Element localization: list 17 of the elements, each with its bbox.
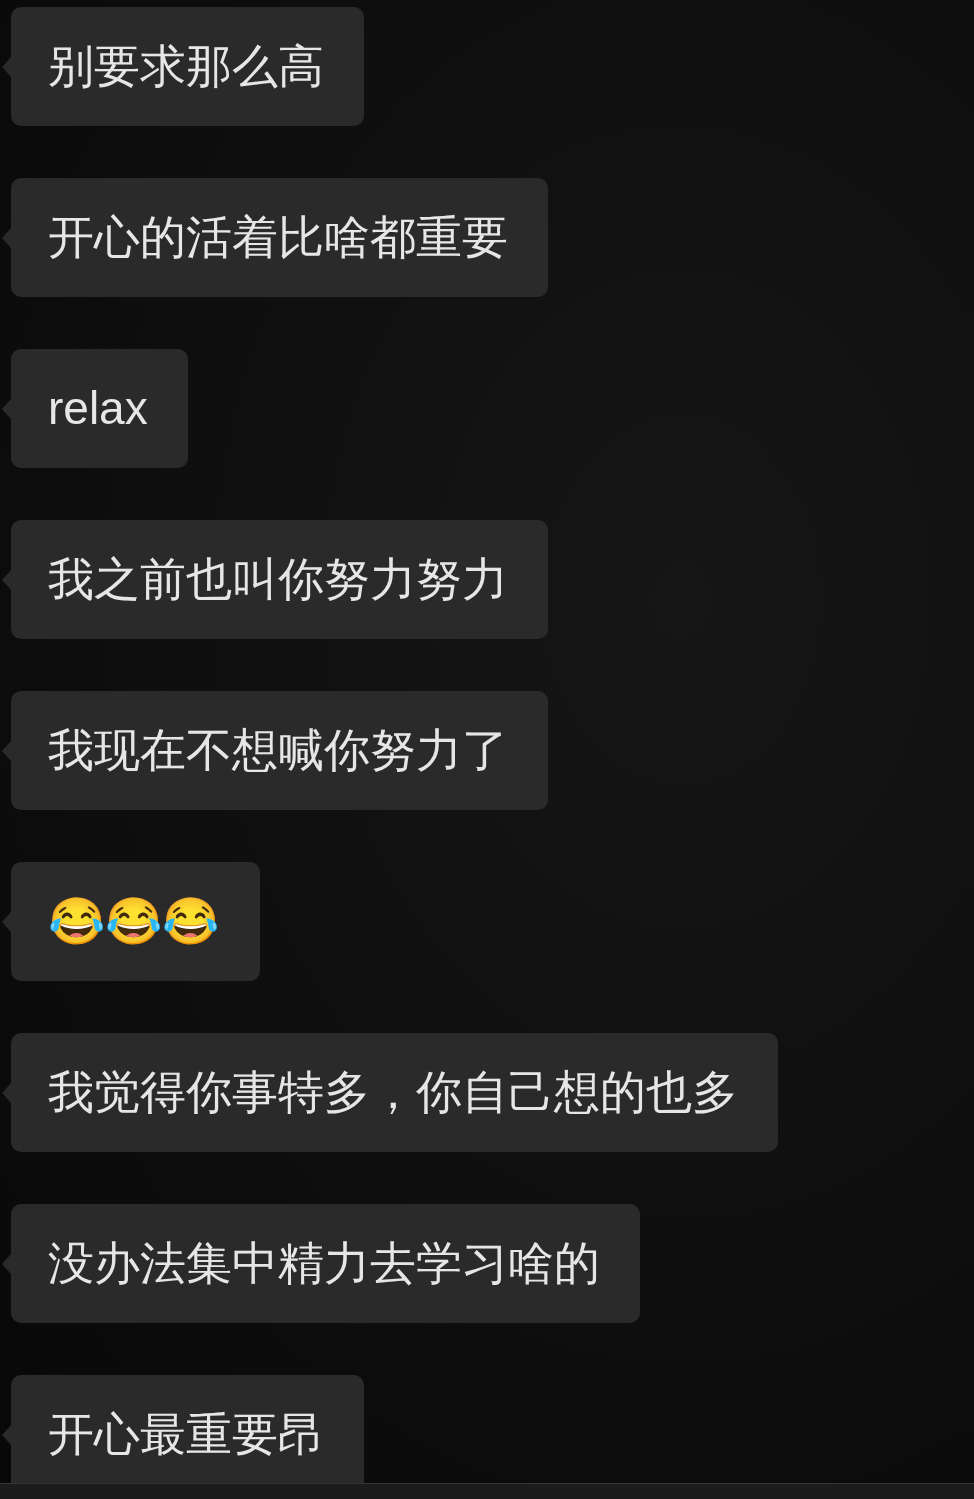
message-bubble: 别要求那么高 bbox=[11, 7, 364, 126]
bubble-tail bbox=[2, 740, 11, 761]
message-bubble: 😂😂😂 bbox=[11, 862, 260, 981]
bubble-tail bbox=[2, 1424, 11, 1445]
bubble-tail bbox=[2, 911, 11, 932]
message-bubble: 没办法集中精力去学习啥的 bbox=[11, 1204, 640, 1323]
bubble-tail bbox=[2, 1253, 11, 1274]
message-bubble: relax bbox=[11, 349, 188, 468]
bubble-tail bbox=[2, 398, 11, 419]
bubble-tail bbox=[2, 227, 11, 248]
message-bubble: 我之前也叫你努力努力 bbox=[11, 520, 548, 639]
bubble-tail bbox=[2, 56, 11, 77]
bubble-tail bbox=[2, 1082, 11, 1103]
bubble-tail bbox=[2, 569, 11, 590]
message-bubble: 我现在不想喊你努力了 bbox=[11, 691, 548, 810]
message-bubble: 我觉得你事特多，你自己想的也多 bbox=[11, 1033, 778, 1152]
message-bubble: 开心的活着比啥都重要 bbox=[11, 178, 548, 297]
